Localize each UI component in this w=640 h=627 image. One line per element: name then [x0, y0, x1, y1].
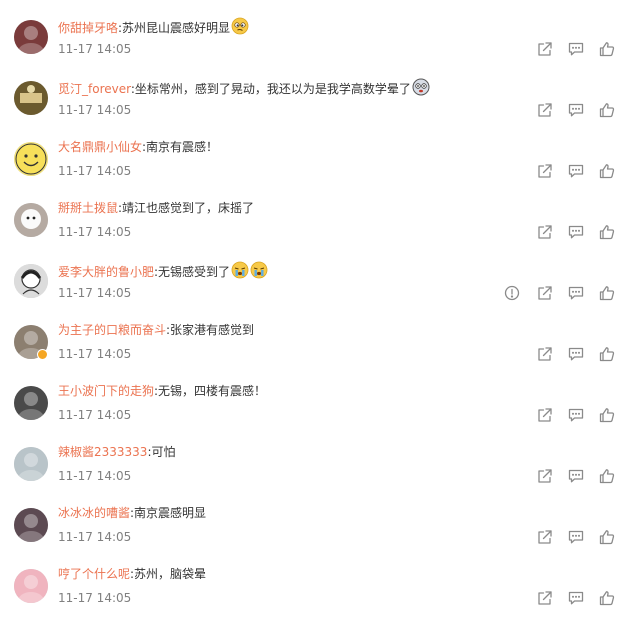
comment-timestamp: 11-17 14:05 — [58, 164, 132, 178]
comment-line: 大名鼎鼎小仙女:南京有震感！ — [58, 139, 218, 155]
avatar[interactable] — [14, 81, 48, 115]
comment-username[interactable]: 王小波门下的走狗 — [58, 384, 154, 398]
comment-line: 哼了个什么呢:苏州，脑袋晕 — [58, 566, 206, 582]
avatar[interactable] — [14, 508, 48, 542]
comment-text: :苏州昆山震感好明显 — [118, 21, 231, 35]
comment-item: 你甜掉牙咯:苏州昆山震感好明显 11-17 14:05 — [0, 17, 640, 78]
comment-username[interactable]: 觅汀_forever — [58, 82, 131, 96]
comment-line: 爱李大胖的鲁小肥:无锡感受到了 — [58, 261, 268, 283]
comment-line: 掰掰土拨鼠:靖江也感觉到了，床摇了 — [58, 200, 254, 216]
comment-username[interactable]: 大名鼎鼎小仙女 — [58, 140, 142, 154]
comment-timestamp: 11-17 14:05 — [58, 347, 132, 361]
comment-item: 辣椒酱2333333:可怕 11-17 14:05 — [0, 444, 640, 505]
avatar[interactable] — [14, 386, 48, 420]
comment-text: :无锡感受到了 — [154, 265, 231, 279]
avatar[interactable] — [14, 569, 48, 603]
comment-text: :南京震感明显 — [130, 506, 207, 520]
comment-timestamp: 11-17 14:05 — [58, 469, 132, 483]
comment-item: 爱李大胖的鲁小肥:无锡感受到了 11-17 14:05 — [0, 261, 640, 322]
comment-item: 觅汀_forever:坐标常州，感到了晃动，我还以为是我学高数学晕了 11-17 … — [0, 78, 640, 139]
comment-timestamp: 11-17 14:05 — [58, 103, 132, 117]
comment-timestamp: 11-17 14:05 — [58, 530, 132, 544]
comment-username[interactable]: 辣椒酱2333333 — [58, 445, 147, 459]
comment-timestamp: 11-17 14:05 — [58, 408, 132, 422]
comment-text: :无锡，四楼有震感！ — [154, 384, 267, 398]
comment-timestamp: 11-17 14:05 — [58, 225, 132, 239]
avatar[interactable] — [14, 447, 48, 481]
comment-text: :张家港有感觉到 — [166, 323, 255, 337]
comment-text: :坐标常州，感到了晃动，我还以为是我学高数学晕了 — [130, 82, 411, 96]
comment-username[interactable]: 你甜掉牙咯 — [58, 21, 118, 35]
comment-username[interactable]: 为主子的口粮而奋斗 — [58, 323, 166, 337]
comment-list: 你甜掉牙咯:苏州昆山震感好明显 11-17 14:05 觅汀_forever:坐标常… — [0, 0, 640, 622]
comment-item: 为主子的口粮而奋斗:张家港有感觉到 11-17 14:05 — [0, 322, 640, 383]
avatar[interactable] — [14, 203, 48, 237]
comment-timestamp: 11-17 14:05 — [58, 591, 132, 605]
comment-item: 冰冰冰的嘈酱:南京震感明显 11-17 14:05 — [0, 505, 640, 566]
comment-item: 王小波门下的走狗:无锡，四楼有震感！ 11-17 14:05 — [0, 383, 640, 444]
comment-text: :靖江也感觉到了，床摇了 — [118, 201, 255, 215]
comment-username[interactable]: 爱李大胖的鲁小肥 — [58, 265, 154, 279]
avatar[interactable] — [14, 20, 48, 54]
comment-username[interactable]: 哼了个什么呢 — [58, 567, 130, 581]
comment-item: 哼了个什么呢:苏州，脑袋晕 11-17 14:05 — [0, 566, 640, 627]
comment-item: 大名鼎鼎小仙女:南京有震感！ 11-17 14:05 — [0, 139, 640, 200]
comment-line: 王小波门下的走狗:无锡，四楼有震感！ — [58, 383, 266, 399]
avatar[interactable] — [14, 142, 48, 176]
verified-badge-icon — [37, 349, 48, 360]
comment-timestamp: 11-17 14:05 — [58, 42, 132, 56]
crying-emoji-icon — [250, 261, 268, 283]
avatar[interactable] — [14, 264, 48, 298]
comment-line: 你甜掉牙咯:苏州昆山震感好明显 — [58, 17, 249, 39]
comment-item: 掰掰土拨鼠:靖江也感觉到了，床摇了 11-17 14:05 — [0, 200, 640, 261]
comment-text: :可怕 — [147, 445, 176, 459]
comment-line: 辣椒酱2333333:可怕 — [58, 444, 176, 460]
comment-text: :苏州，脑袋晕 — [130, 567, 207, 581]
comment-username[interactable]: 掰掰土拨鼠 — [58, 201, 118, 215]
comment-text: :南京有震感！ — [142, 140, 219, 154]
comment-username[interactable]: 冰冰冰的嘈酱 — [58, 506, 130, 520]
comment-timestamp: 11-17 14:05 — [58, 286, 132, 300]
comment-line: 觅汀_forever:坐标常州，感到了晃动，我还以为是我学高数学晕了 — [58, 78, 430, 100]
dizzy-round-emoji-icon — [412, 78, 430, 100]
crying-emoji-icon — [231, 261, 249, 283]
comment-line: 冰冰冰的嘈酱:南京震感明显 — [58, 505, 206, 521]
comment-line: 为主子的口粮而奋斗:张家港有感觉到 — [58, 322, 254, 338]
woozy-emoji-icon — [231, 17, 249, 39]
